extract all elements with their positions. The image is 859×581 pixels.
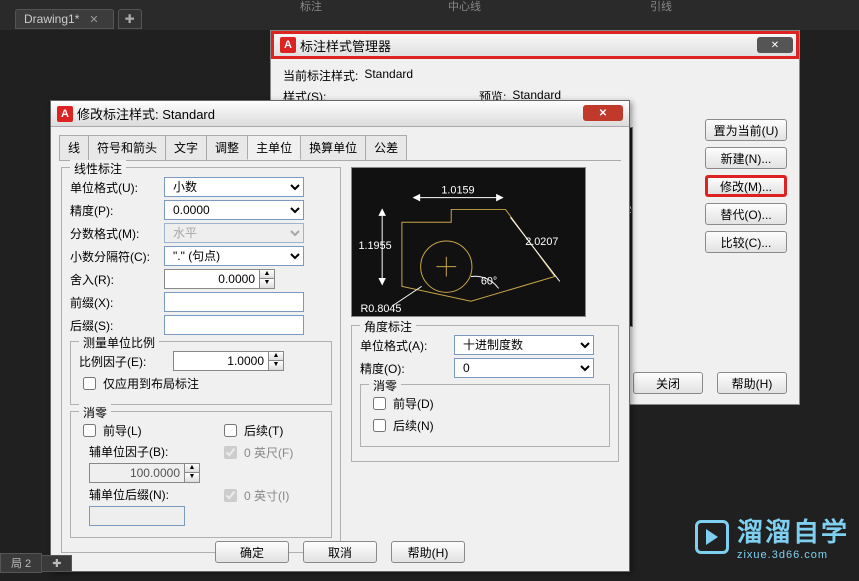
dsm-help-button[interactable]: 帮助(H) (717, 372, 787, 394)
app-icon: A (57, 106, 73, 122)
document-tabs: Drawing1* ✕ ✚ (15, 8, 859, 30)
ok-button[interactable]: 确定 (215, 541, 289, 563)
override-button[interactable]: 替代(O)... (705, 203, 787, 225)
angular-dim-group: 角度标注 单位格式(A): 十进制度数 精度(O): 0 消零 前导(D) 后续… (351, 325, 619, 462)
dsm-close-button2[interactable]: 关闭 (633, 372, 703, 394)
tab-lines[interactable]: 线 (59, 135, 89, 160)
document-tab[interactable]: Drawing1* ✕ (15, 9, 114, 29)
subsuffix-label: 辅单位后缀(N): (79, 486, 171, 503)
tab-tolerance[interactable]: 公差 (365, 135, 407, 160)
ang-precision-label: 精度(O): (360, 360, 452, 377)
dsm-title: 标注样式管理器 (300, 36, 391, 55)
precision-label: 精度(P): (70, 202, 162, 219)
svg-text:2.0207: 2.0207 (525, 236, 558, 248)
ang-unit-combo[interactable]: 十进制度数 (454, 335, 594, 355)
mds-title: 修改标注样式: Standard (77, 104, 215, 123)
current-style-value: Standard (364, 67, 413, 84)
app-icon: A (280, 37, 296, 53)
compare-button[interactable]: 比较(C)... (705, 231, 787, 253)
dsm-titlebar[interactable]: A 标注样式管理器 (271, 31, 799, 59)
fraction-combo: 水平 (164, 223, 304, 243)
ang-unit-label: 单位格式(A): (360, 337, 452, 354)
prefix-input[interactable] (164, 292, 304, 312)
ang-trailing-check[interactable]: 后续(N) (369, 416, 601, 435)
subsuffix-input (89, 506, 185, 526)
zero-group-title: 消零 (79, 404, 111, 421)
layout-tabs: 局 2 ✚ (0, 553, 71, 573)
tab-text[interactable]: 文字 (165, 135, 207, 160)
current-style-label: 当前标注样式: (283, 67, 358, 84)
decsep-combo[interactable]: "." (句点) (164, 246, 304, 266)
new-style-button[interactable]: 新建(N)... (705, 147, 787, 169)
inch-check: 0 英寸(I) (220, 486, 293, 505)
mds-titlebar[interactable]: A 修改标注样式: Standard ✕ (51, 101, 629, 127)
play-icon (695, 520, 729, 554)
angular-group-title: 角度标注 (360, 318, 416, 335)
help-button[interactable]: 帮助(H) (391, 541, 465, 563)
zero-suppress-group: 消零 前导(L) 辅单位因子(B): ▲▼ 辅单位后缀(N): 后续(T) 0 … (70, 411, 332, 538)
tab-alt-units[interactable]: 换算单位 (300, 135, 366, 160)
linear-dim-group: 线性标注 单位格式(U): 小数 精度(P): 0.0000 分数格式(M): … (61, 167, 341, 553)
layout-only-check[interactable]: 仅应用到布局标注 (79, 374, 323, 393)
watermark: 溜溜自学 zixue.3d66.com (695, 512, 849, 561)
watermark-url: zixue.3d66.com (737, 549, 849, 561)
linear-group-title: 线性标注 (70, 160, 126, 177)
new-tab-button[interactable]: ✚ (118, 9, 142, 29)
tab-primary-units[interactable]: 主单位 (247, 135, 301, 160)
decsep-label: 小数分隔符(C): (70, 248, 162, 265)
trailing-check[interactable]: 后续(T) (220, 421, 293, 440)
svg-text:R0.8045: R0.8045 (360, 303, 401, 315)
ang-leading-check[interactable]: 前导(D) (369, 394, 601, 413)
svg-text:1.0159: 1.0159 (441, 185, 474, 197)
document-tab-label: Drawing1* (24, 12, 79, 26)
ang-zero-group: 消零 前导(D) 后续(N) (360, 384, 610, 447)
tab-symbols[interactable]: 符号和箭头 (88, 135, 166, 160)
subfactor-spinner: ▲▼ (89, 463, 200, 483)
suffix-input[interactable] (164, 315, 304, 335)
mds-close-button[interactable]: ✕ (583, 105, 623, 121)
scale-factor-spinner[interactable]: ▲▼ (173, 351, 284, 371)
subfactor-label: 辅单位因子(B): (79, 443, 171, 460)
scale-group-title: 测量单位比例 (79, 334, 159, 351)
unit-format-label: 单位格式(U): (70, 179, 162, 196)
suffix-label: 后缀(S): (70, 317, 162, 334)
cancel-button[interactable]: 取消 (303, 541, 377, 563)
watermark-brand: 溜溜自学 (737, 512, 849, 549)
mds-preview: 1.0159 1.1955 2.0207 60° R0.8045 (351, 167, 586, 317)
svg-text:1.1955: 1.1955 (358, 240, 391, 252)
tab-fit[interactable]: 调整 (206, 135, 248, 160)
fraction-label: 分数格式(M): (70, 225, 162, 242)
round-label: 舍入(R): (70, 271, 162, 288)
scale-factor-label: 比例因子(E): (79, 353, 171, 370)
prefix-label: 前缀(X): (70, 294, 162, 311)
precision-combo[interactable]: 0.0000 (164, 200, 304, 220)
layout-add[interactable]: ✚ (41, 555, 72, 572)
svg-text:60°: 60° (481, 275, 497, 287)
set-current-button[interactable]: 置为当前(U) (705, 119, 787, 141)
ang-zero-title: 消零 (369, 377, 401, 394)
scale-group: 测量单位比例 比例因子(E): ▲▼ 仅应用到布局标注 (70, 341, 332, 405)
close-icon[interactable]: ✕ (89, 13, 98, 26)
modify-style-button[interactable]: 修改(M)... (705, 175, 787, 197)
modify-dimstyle-dialog: A 修改标注样式: Standard ✕ 线 符号和箭头 文字 调整 主单位 换… (50, 100, 630, 572)
mds-tabs: 线 符号和箭头 文字 调整 主单位 换算单位 公差 (59, 135, 621, 161)
dsm-close-button[interactable]: ✕ (757, 37, 793, 53)
feet-check: 0 英尺(F) (220, 443, 293, 462)
layout-tab[interactable]: 局 2 (0, 553, 42, 573)
ang-precision-combo[interactable]: 0 (454, 358, 594, 378)
leading-check[interactable]: 前导(L) (79, 421, 200, 440)
round-spinner[interactable]: ▲▼ (164, 269, 275, 289)
unit-format-combo[interactable]: 小数 (164, 177, 304, 197)
